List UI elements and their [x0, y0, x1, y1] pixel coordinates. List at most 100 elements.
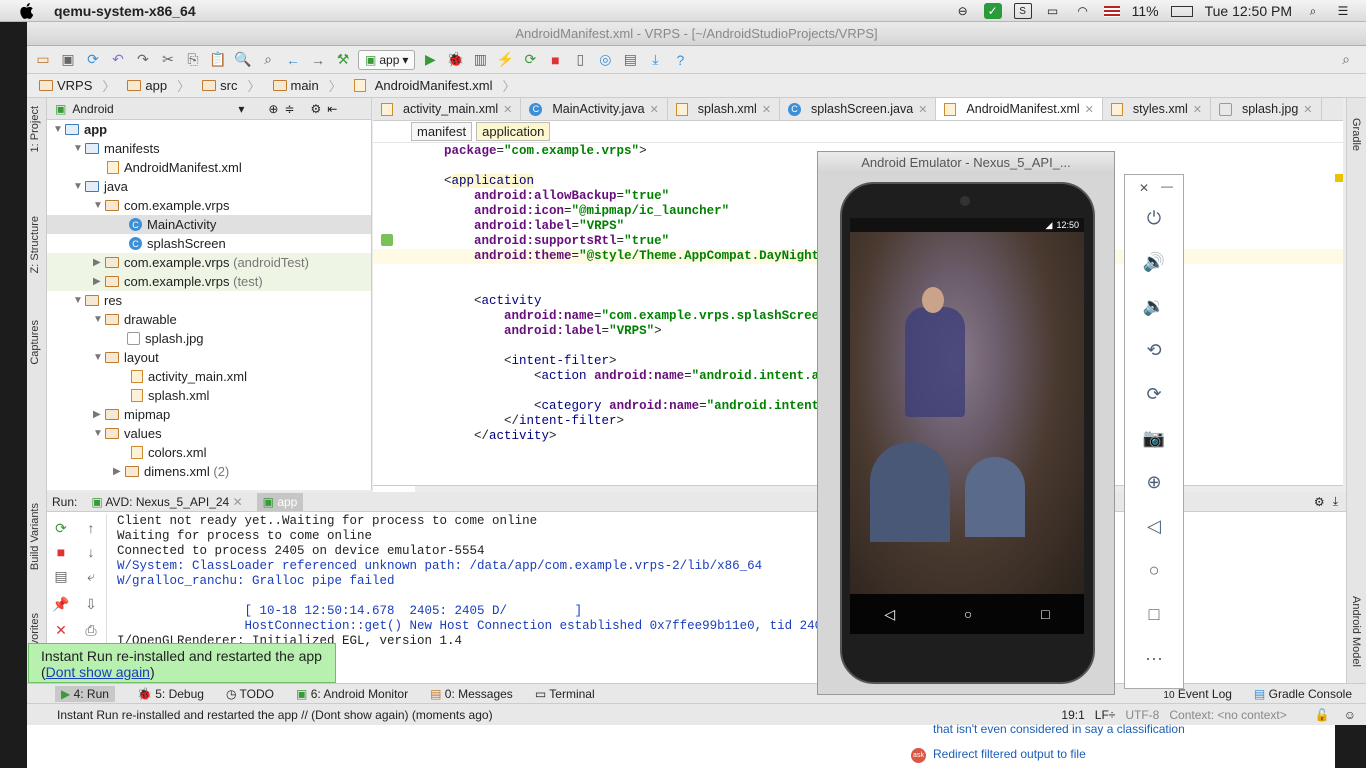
tree-row[interactable]: ▼ values: [47, 424, 371, 443]
phone-screen[interactable]: ◢ 12:50 ◁ ○ □: [850, 218, 1084, 634]
run-icon[interactable]: ▶: [420, 50, 440, 70]
s-box-icon[interactable]: S: [1013, 3, 1032, 19]
android-gutter-icon[interactable]: [381, 234, 393, 246]
avd-manager-icon[interactable]: ▯: [570, 50, 590, 70]
close-icon[interactable]: ✕: [1303, 103, 1312, 116]
sdk-manager-icon[interactable]: ⤓: [645, 50, 665, 70]
tool-tab-android-monitor[interactable]: ▣ 6: Android Monitor: [296, 687, 408, 701]
breadcrumb-item[interactable]: AndroidManifest.xml 〉: [350, 76, 524, 95]
tree-row[interactable]: activity_main.xml: [47, 367, 371, 386]
close-icon[interactable]: ✕: [503, 103, 512, 116]
replace-icon[interactable]: ⌕: [258, 50, 278, 70]
tree-row[interactable]: ▼ java: [47, 177, 371, 196]
cut-icon[interactable]: ✂: [158, 50, 178, 70]
zoom-icon[interactable]: ⊕: [1141, 469, 1167, 495]
tool-tab-structure[interactable]: Z: Structure: [29, 216, 41, 273]
help-icon[interactable]: ?: [670, 50, 690, 70]
target-icon[interactable]: ⊕: [268, 102, 278, 116]
tool-tab-android-model[interactable]: Android Model: [1350, 596, 1362, 667]
close-icon[interactable]: ✕: [918, 103, 927, 116]
airplay-icon[interactable]: ▭: [1044, 3, 1062, 19]
close-icon[interactable]: ✕: [1193, 103, 1202, 116]
chevron-down-icon[interactable]: ▾: [238, 102, 244, 116]
tool-tab-terminal[interactable]: ▭ Terminal: [535, 687, 595, 701]
up-icon[interactable]: ↑: [81, 518, 101, 538]
save-icon[interactable]: ▣: [58, 50, 78, 70]
tool-tab-debug[interactable]: 🐞 5: Debug: [137, 687, 204, 701]
volume-up-icon[interactable]: 🔊: [1141, 249, 1167, 275]
close-icon[interactable]: ✕: [1139, 181, 1149, 195]
open-folder-icon[interactable]: ▭: [33, 50, 53, 70]
rotate-right-icon[interactable]: ⟳: [1141, 381, 1167, 407]
apply-changes-icon[interactable]: ⚡: [495, 50, 515, 70]
warning-marker-icon[interactable]: [1335, 174, 1343, 182]
xml-path-manifest[interactable]: manifest: [411, 122, 473, 141]
overview-icon[interactable]: □: [1141, 601, 1167, 627]
tab-splash-screen[interactable]: CsplashScreen.java ✕: [780, 98, 937, 120]
tree-row[interactable]: AndroidManifest.xml: [47, 158, 371, 177]
scroll-end-icon[interactable]: ⇩: [81, 594, 101, 614]
restart-icon[interactable]: ⟳: [520, 50, 540, 70]
breadcrumb-item[interactable]: app 〉: [123, 76, 198, 95]
rotate-left-icon[interactable]: ⟲: [1141, 337, 1167, 363]
tab-android-manifest[interactable]: AndroidManifest.xml ✕: [936, 98, 1103, 120]
notification-center-icon[interactable]: ☰: [1334, 3, 1352, 19]
tree-row[interactable]: ▶ com.example.vrps (androidTest): [47, 253, 371, 272]
xml-path-application[interactable]: application: [476, 122, 551, 141]
cursor-position[interactable]: 19:1: [1061, 708, 1084, 722]
back-icon[interactable]: ◁: [1141, 513, 1167, 539]
rerun-icon[interactable]: ⟳: [51, 518, 71, 538]
line-separator[interactable]: LF÷: [1095, 708, 1116, 722]
tab-activity-main[interactable]: activity_main.xml ✕: [373, 98, 522, 120]
make-project-icon[interactable]: ⚒: [333, 50, 353, 70]
spotlight-search-icon[interactable]: ⌕: [1304, 3, 1322, 19]
breadcrumb-item[interactable]: src 〉: [198, 76, 268, 95]
tree-row[interactable]: splash.xml: [47, 386, 371, 405]
wrap-icon[interactable]: ⤶: [81, 566, 101, 586]
sync-icon[interactable]: ⟳: [83, 50, 103, 70]
file-encoding[interactable]: UTF-8: [1125, 708, 1159, 722]
home-icon[interactable]: ○: [964, 606, 972, 622]
status-message[interactable]: Instant Run re-installed and restarted t…: [57, 708, 493, 722]
console-output[interactable]: Client not ready yet..Waiting for proces…: [117, 514, 830, 649]
tool-tab-todo[interactable]: ◷ TODO: [226, 687, 274, 701]
tree-row[interactable]: ▼ drawable: [47, 310, 371, 329]
apple-logo-icon[interactable]: [20, 2, 34, 19]
close-icon[interactable]: ✕: [762, 103, 771, 116]
run-tab-avd[interactable]: ▣ AVD: Nexus_5_API_24 ✕: [85, 493, 248, 511]
copy-icon[interactable]: ⎘: [183, 50, 203, 70]
tab-styles[interactable]: styles.xml ✕: [1103, 98, 1211, 120]
lock-icon[interactable]: 🔓: [1315, 708, 1330, 722]
gear-icon[interactable]: ⚙: [1314, 495, 1325, 509]
down-icon[interactable]: ↓: [81, 542, 101, 562]
tool-tab-run[interactable]: ▶ 4: Run: [55, 685, 115, 702]
power-icon[interactable]: ⏻: [1141, 205, 1167, 231]
redo-icon[interactable]: ↷: [133, 50, 153, 70]
us-flag-icon[interactable]: [1103, 5, 1120, 17]
breadcrumb-item[interactable]: main 〉: [269, 76, 350, 95]
context-indicator[interactable]: Context: <no context>: [1169, 708, 1286, 722]
gradle-console-tab[interactable]: ▤ Gradle Console: [1254, 687, 1352, 701]
tree-row[interactable]: ▼ app: [47, 120, 371, 139]
active-app-name[interactable]: qemu-system-x86_64: [54, 3, 196, 19]
debug-icon[interactable]: 🐞: [445, 50, 465, 70]
project-structure-icon[interactable]: ▤: [620, 50, 640, 70]
tree-row[interactable]: splash.jpg: [47, 329, 371, 348]
sync-gradle-icon[interactable]: ◎: [595, 50, 615, 70]
stop-icon[interactable]: ■: [545, 50, 565, 70]
shield-check-icon[interactable]: ✓: [983, 3, 1002, 19]
menubar-clock[interactable]: Tue 12:50 PM: [1205, 3, 1292, 19]
tree-row[interactable]: C MainActivity: [47, 215, 371, 234]
layout-icon[interactable]: ▤: [51, 566, 71, 586]
print-icon[interactable]: ⎙: [81, 620, 101, 640]
hector-icon[interactable]: ☺: [1344, 708, 1356, 722]
run-config-select[interactable]: ▣ app ▾: [358, 49, 416, 70]
tree-row[interactable]: colors.xml: [47, 443, 371, 462]
profile-icon[interactable]: ▥: [470, 50, 490, 70]
close-icon[interactable]: ✕: [1085, 103, 1094, 116]
hide-icon[interactable]: ⇤: [327, 102, 337, 116]
battery-percent[interactable]: 11%: [1132, 3, 1159, 19]
tab-main-activity[interactable]: C MainActivity.java ✕: [521, 98, 668, 120]
tool-tab-captures[interactable]: Captures: [29, 320, 41, 365]
redirect-link[interactable]: Redirect filtered output to file: [933, 747, 1086, 761]
